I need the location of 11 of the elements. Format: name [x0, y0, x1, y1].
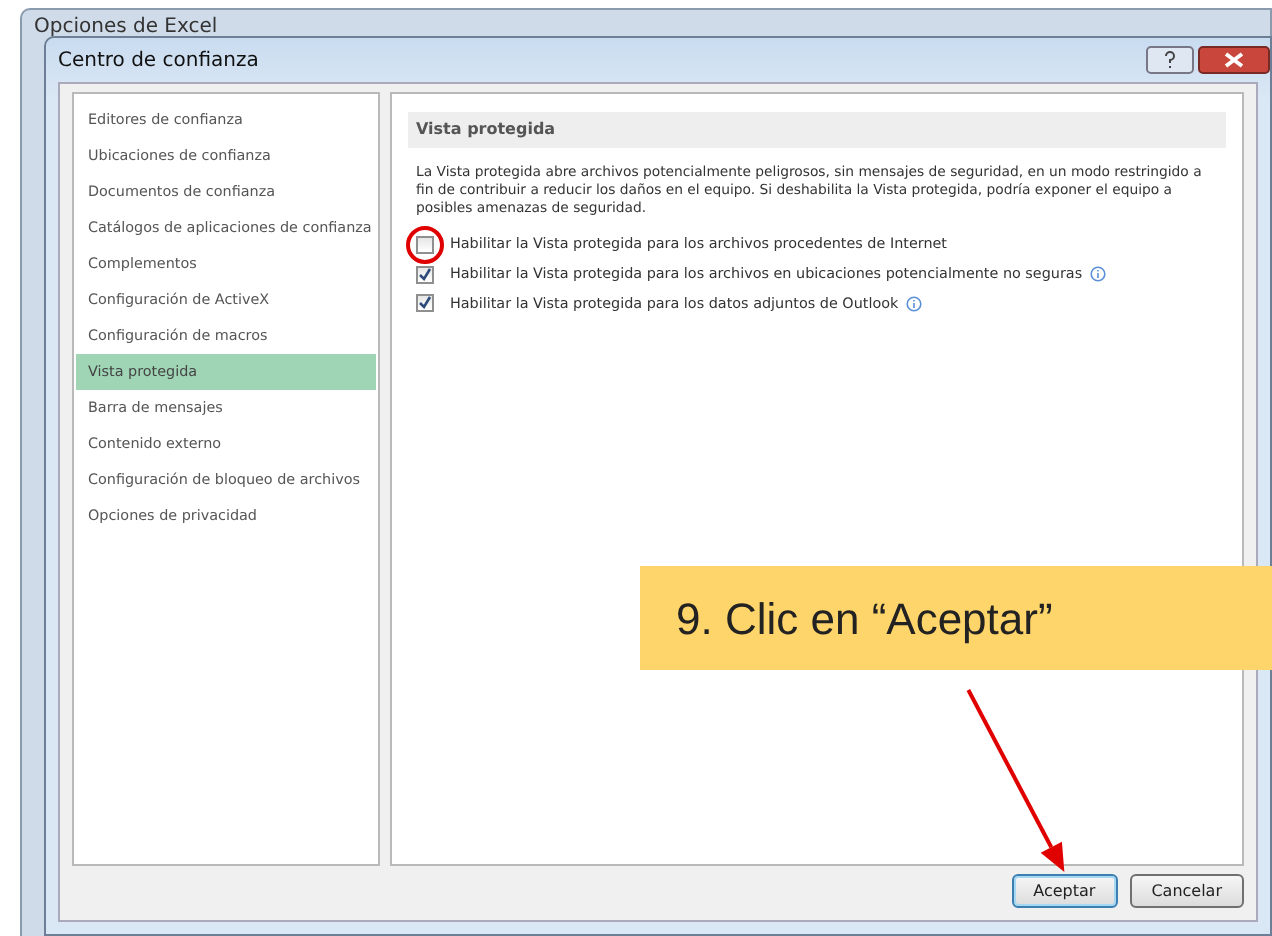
- help-icon[interactable]: [1146, 46, 1194, 74]
- section-heading: Vista protegida: [408, 112, 1226, 148]
- callout-label: 9. Clic en “Aceptar”: [640, 566, 1272, 670]
- dialog-button[interactable]: Cancelar: [1129, 874, 1244, 908]
- close-icon[interactable]: [1198, 46, 1270, 74]
- dialog-button[interactable]: Aceptar: [1011, 874, 1118, 908]
- checkbox[interactable]: [416, 294, 434, 313]
- dialog-title: Centro de confianza: [58, 47, 259, 75]
- window-title: Opciones de Excel: [32, 14, 220, 42]
- checkbox[interactable]: [416, 235, 434, 254]
- checkbox[interactable]: [416, 265, 434, 284]
